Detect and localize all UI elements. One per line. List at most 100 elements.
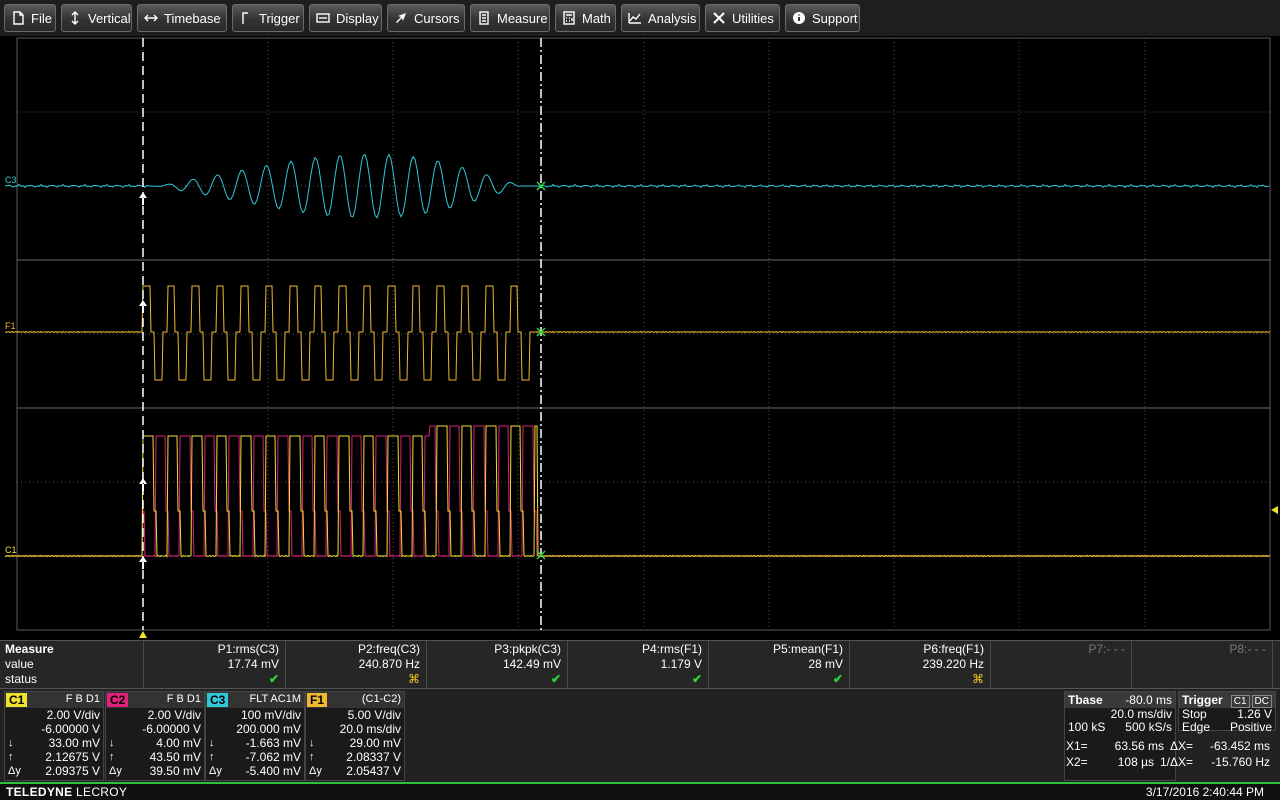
cursor-icon [396,13,406,23]
x1-value: 63.56 ms [1114,739,1164,753]
delta-y-label: Δy [309,765,322,777]
param-name: P7:- - - [1088,642,1125,656]
channel-info: F B D1 [65,693,100,705]
delta-y-label: Δy [209,765,222,777]
graph-icon [628,13,641,24]
utilities-menu-button[interactable]: Utilities [705,4,780,32]
cursor-readout: X1= 63.56 ms ΔX= -63.452 ms X2= 108 µs 1… [1064,737,1278,777]
param-name: P8:- - - [1229,642,1266,656]
param-value: 240.870 Hz [358,657,420,671]
cursor-value-up: 2.12675 V [45,750,100,764]
waveform-canvas[interactable]: C3 F1 C1 [0,36,1280,640]
brand-name: TELEDYNE [6,785,73,799]
measure-row-labels: Measure value status [0,641,144,689]
down-arrow-icon: ↓ [109,737,115,749]
channel-info: FLT AC1M [249,693,301,705]
channel-offset: -6.00000 V [41,722,100,736]
timebase-sample-rate: 500 kS/s [1125,720,1172,734]
measure-param-p4[interactable]: P4:rms(F1) 1.179 V ✔ [568,641,709,689]
menu-label: Measure [497,10,548,26]
channel-tag: F1 [307,693,328,707]
cursor-value-up: 43.50 mV [149,750,201,764]
delta-y-label: Δy [109,765,122,777]
measure-param-p6[interactable]: P6:freq(F1) 239.220 Hz ⌘ [850,641,991,689]
trigger-type: Edge [1182,720,1211,734]
x2-value: 108 µs [1117,755,1154,769]
channel-descriptor-c2[interactable]: C2 F B D1 2.00 V/div -6.00000 V ↓ 4.00 mV… [105,691,205,781]
cursors-menu-button[interactable]: Cursors [387,4,465,32]
calculator-icon [563,11,575,25]
measure-param-p2[interactable]: P2:freq(C3) 240.870 Hz ⌘ [286,641,427,689]
channel-tag: C2 [107,693,129,707]
param-name: P5:mean(F1) [772,642,843,656]
menu-label: File [31,10,52,26]
analysis-menu-button[interactable]: Analysis [621,4,700,32]
horizontal-arrows-icon [144,14,158,22]
vertical-menu-button[interactable]: Vertical [61,4,132,32]
file-menu-button[interactable]: File [4,4,56,32]
menu-label: Trigger [259,10,300,26]
measure-param-p5[interactable]: P5:mean(F1) 28 mV ✔ [709,641,850,689]
param-name: P3:pkpk(C3) [494,642,561,656]
status-warning-icon: ⌘ [972,672,984,686]
param-value: 17.74 mV [227,657,279,671]
trigger-menu-button[interactable]: Trigger [232,4,304,32]
cursor-value-up: 2.08337 V [346,750,401,764]
math-menu-button[interactable]: Math [555,4,616,32]
status-ok-icon: ✔ [691,672,702,686]
channel-scale: 100 mV/div [240,708,301,722]
display-icon [316,13,330,23]
measure-param-p3[interactable]: P3:pkpk(C3) 142.49 mV ✔ [427,641,568,689]
trigger-position-marker-icon [139,631,147,638]
cursor-value-delta: 2.09375 V [45,764,100,778]
timebase-samples: 100 kS [1068,720,1106,734]
down-arrow-icon: ↓ [209,737,215,749]
trigger-descriptor[interactable]: Trigger C1 DC Stop 1.26 V Edge Positive [1178,691,1276,734]
ruler-icon [479,11,489,25]
up-arrow-icon: ↑ [209,751,215,763]
channel-scale: 2.00 V/div [46,708,100,722]
cursor-value-delta: 2.05437 V [346,764,401,778]
param-value: 1.179 V [660,657,702,671]
channel-descriptor-f1[interactable]: F1 (C1-C2) 5.00 V/div 20.0 ms/div ↓ 29.00… [305,691,405,781]
channel-descriptor-c3[interactable]: C3 FLT AC1M 100 mV/div 200.000 mV ↓ -1.66… [205,691,305,781]
status-row-label: status [5,672,38,686]
measure-menu-button[interactable]: Measure [470,4,550,32]
file-icon [13,11,24,25]
date-time: 3/17/2016 2:40:44 PM [1145,785,1264,799]
trigger-level-marker-icon [1271,506,1278,514]
support-menu-button[interactable]: Support [785,4,860,32]
channel-descriptor-c1[interactable]: C1 F B D1 2.00 V/div -6.00000 V ↓ 33.00 m… [4,691,104,781]
param-value: 142.49 mV [502,657,561,671]
trigger-edge-icon [242,12,248,24]
status-ok-icon: ✔ [550,672,561,686]
up-arrow-icon: ↑ [109,751,115,763]
waveform-display[interactable]: C3 F1 C1 [0,36,1280,640]
x1-label: X1= [1066,739,1088,753]
cursor-value-down: 33.00 mV [48,736,100,750]
status-warning-icon: ⌘ [408,672,420,686]
channel-info: F B D1 [166,693,201,705]
timebase-header: Tbase -80.0 ms [1065,692,1175,708]
param-value: 239.220 Hz [922,657,984,671]
cursor-value-down: -1.663 mV [245,736,301,750]
cursor-value-delta: 39.50 mV [149,764,201,778]
x2-label: X2= [1066,755,1088,769]
cursor-value-down: 29.00 mV [349,736,401,750]
menu-bar: File Vertical Timebase Trigger Display C… [0,0,1280,36]
brand-suffix: LECROY [72,785,128,799]
up-arrow-icon: ↑ [8,751,14,763]
measure-param-p1[interactable]: P1:rms(C3) 17.74 mV ✔ [144,641,286,689]
measure-param-p7[interactable]: P7:- - - [991,641,1132,689]
descriptor-header: C3 FLT AC1M [206,692,304,708]
up-arrow-icon: ↑ [309,751,315,763]
channel-offset: -6.00000 V [142,722,201,736]
descriptor-header: C1 F B D1 [5,692,103,708]
cursor-value-up: -7.062 mV [245,750,301,764]
timebase-menu-button[interactable]: Timebase [137,4,227,32]
measure-param-p8[interactable]: P8:- - - [1132,641,1273,689]
info-icon [793,12,805,24]
menu-label: Math [582,10,611,26]
display-menu-button[interactable]: Display [309,4,382,32]
trigger-title: Trigger [1182,693,1223,707]
